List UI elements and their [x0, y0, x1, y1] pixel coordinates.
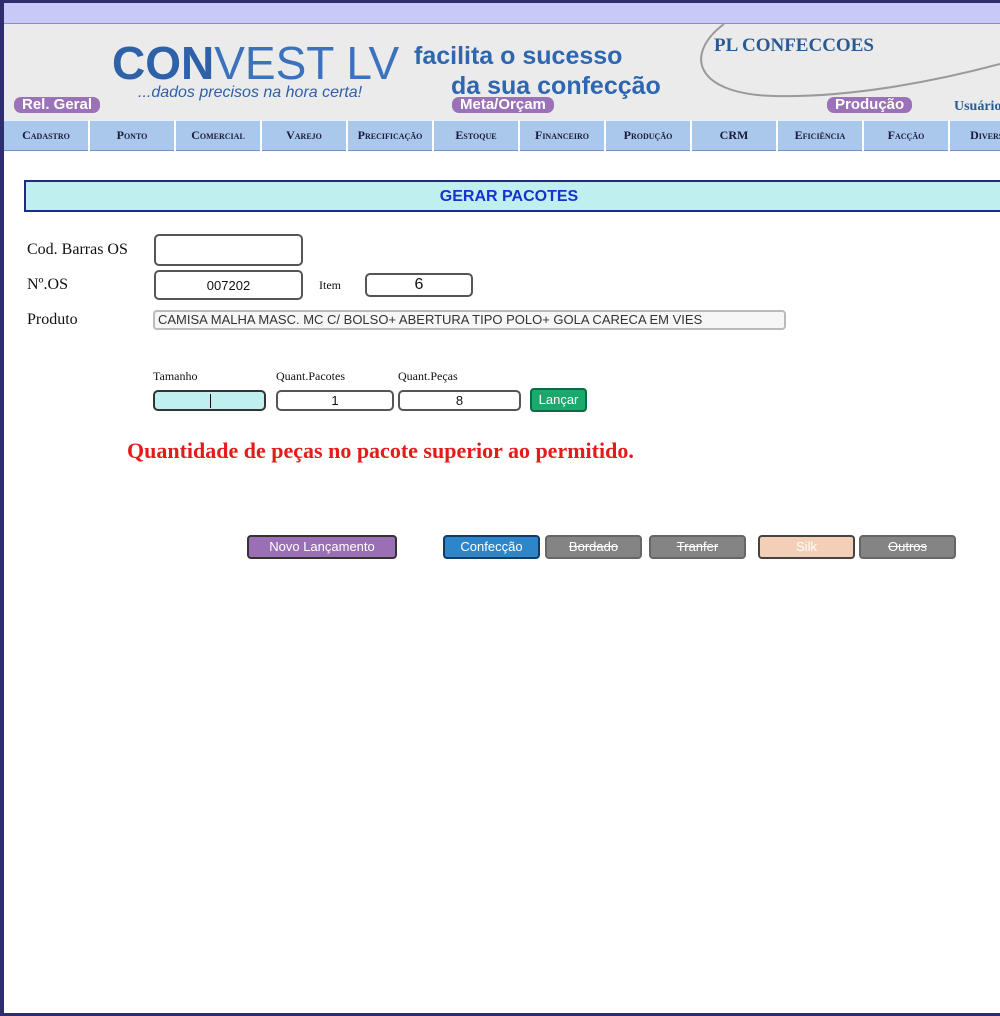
outros-button[interactable]: Outros: [859, 535, 956, 559]
nav-producao[interactable]: Produção: [606, 120, 690, 151]
page-title: GERAR PACOTES: [24, 180, 1000, 212]
nav-cadastro[interactable]: Cadastro: [4, 120, 88, 151]
nos-input[interactable]: [154, 270, 303, 300]
produto-label: Produto: [27, 311, 78, 328]
error-message: Quantidade de peças no pacote superior a…: [127, 438, 634, 463]
tamanho-input[interactable]: [153, 390, 266, 411]
nav-financeiro[interactable]: Financeiro: [520, 120, 604, 151]
user-label[interactable]: Usuário: [954, 99, 1000, 115]
quant-pacotes-input[interactable]: [276, 390, 394, 411]
quant-pecas-label: Quant.Peças: [398, 369, 458, 383]
window-frame: [0, 0, 1000, 1016]
confeccao-button[interactable]: Confecção: [443, 535, 540, 559]
company-name: PL CONFECCOES: [714, 35, 874, 56]
cod-barras-label: Cod. Barras OS: [27, 241, 128, 258]
text-cursor: [210, 394, 211, 408]
cod-barras-input[interactable]: [154, 234, 303, 266]
logo-bold-text: CON: [112, 37, 215, 89]
producao-link[interactable]: Produção: [827, 97, 913, 113]
logo-light-text: VEST LV: [214, 37, 400, 89]
rel-geral-link[interactable]: Rel. Geral: [14, 97, 101, 113]
nav-faccao[interactable]: Facção: [864, 120, 948, 151]
nav-crm[interactable]: CRM: [692, 120, 776, 151]
nav-ponto[interactable]: Ponto: [90, 120, 174, 151]
nav-comercial[interactable]: Comercial: [176, 120, 260, 151]
top-strip: [4, 3, 1000, 24]
novo-lancamento-button[interactable]: Novo Lançamento: [247, 535, 397, 559]
app-logo: CONVEST LV: [112, 38, 399, 88]
quant-pecas-input[interactable]: [398, 390, 521, 411]
quant-pacotes-label: Quant.Pacotes: [276, 369, 345, 383]
nos-label: Nº.OS: [27, 276, 68, 293]
lancar-button[interactable]: Lançar: [530, 388, 587, 412]
item-input[interactable]: [365, 273, 473, 297]
bordado-button[interactable]: Bordado: [545, 535, 642, 559]
slogan-line-1: facilita o sucesso: [414, 42, 623, 70]
nav-varejo[interactable]: Varejo: [262, 120, 346, 151]
main-nav: Cadastro Ponto Comercial Varejo Precific…: [4, 120, 1000, 152]
nav-precificacao[interactable]: Precificação: [348, 120, 432, 151]
item-label: Item: [319, 278, 341, 292]
tranfer-button[interactable]: Tranfer: [649, 535, 746, 559]
logo-tagline: ...dados precisos na hora certa!: [138, 84, 363, 101]
nav-diversos[interactable]: Diversos: [950, 120, 1000, 151]
produto-field[interactable]: CAMISA MALHA MASC. MC C/ BOLSO+ ABERTURA…: [153, 310, 786, 330]
silk-button[interactable]: Silk: [758, 535, 855, 559]
nav-estoque[interactable]: Estoque: [434, 120, 518, 151]
meta-orcam-link[interactable]: Meta/Orçam: [452, 97, 554, 113]
header-banner: CONVEST LV ...dados precisos na hora cer…: [4, 24, 1000, 120]
tamanho-label: Tamanho: [153, 369, 198, 383]
nav-eficiencia[interactable]: Eficiência: [778, 120, 862, 151]
